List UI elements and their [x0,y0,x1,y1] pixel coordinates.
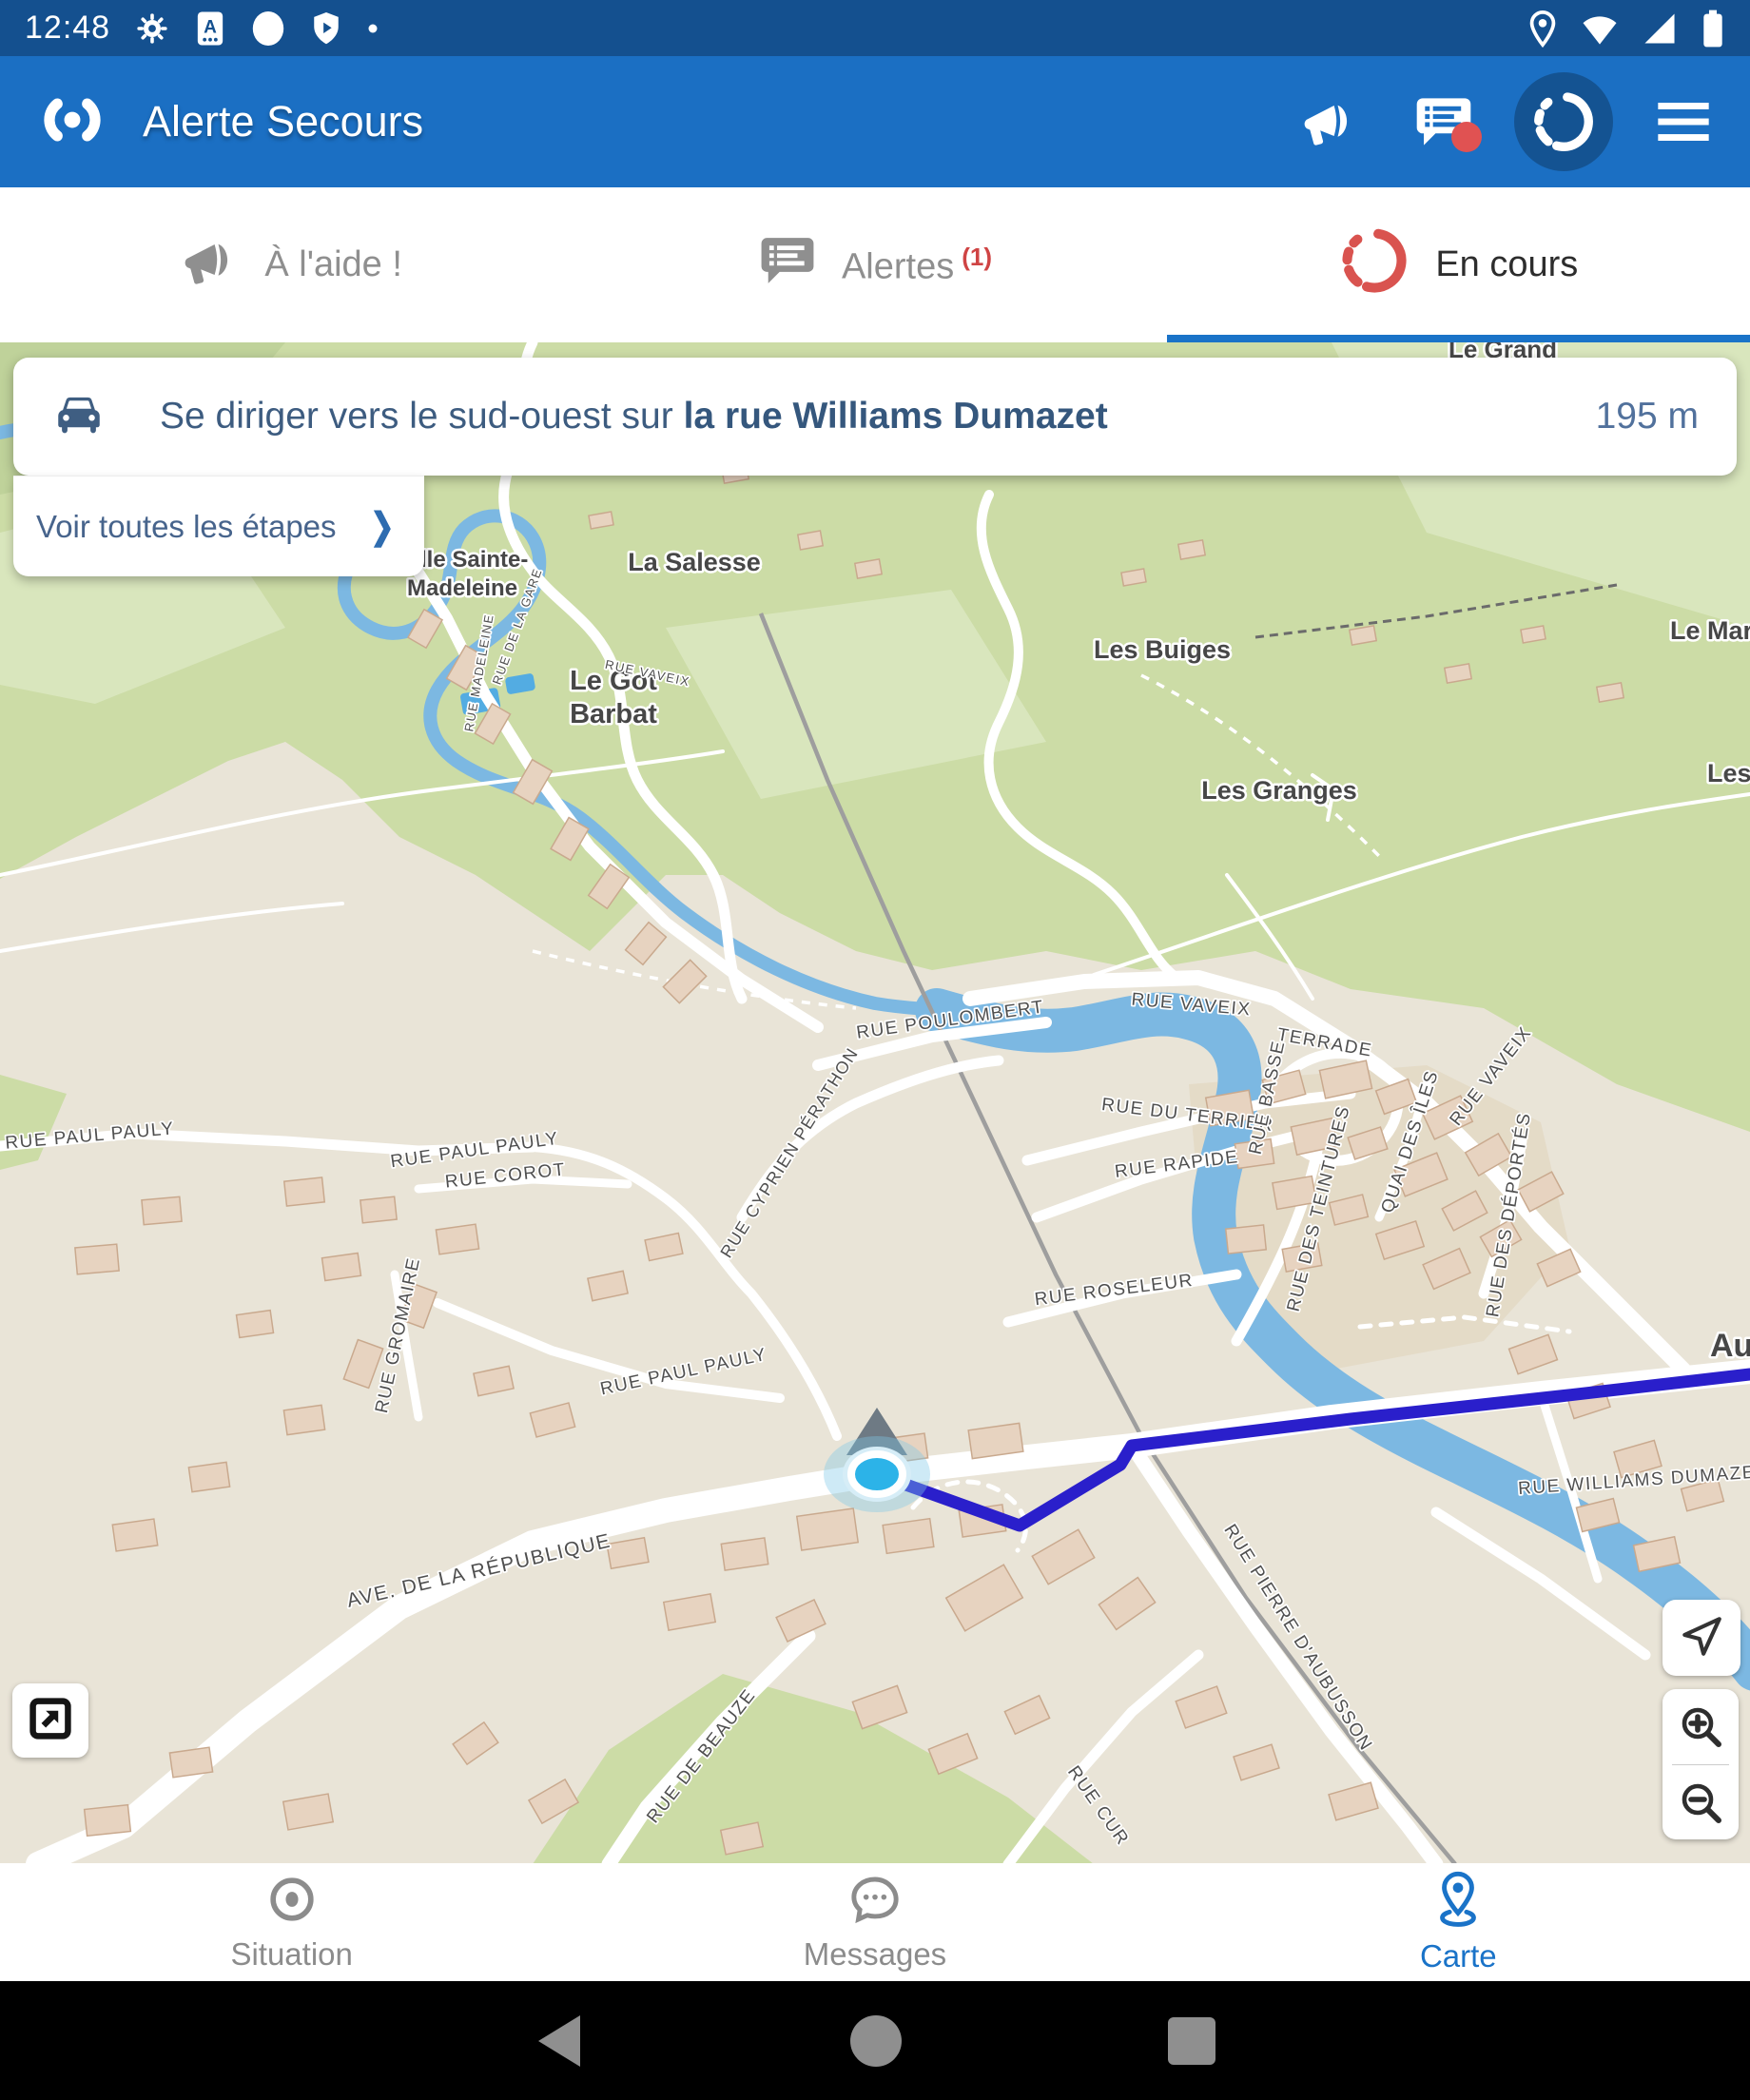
map-label: Madeleine [407,575,517,601]
status-bar: 12:48 A [0,0,1750,56]
dot-icon [367,23,379,34]
battery-icon [1701,9,1725,49]
tab-label: À l'aide ! [264,244,402,285]
clock: 12:48 [25,10,110,47]
map-label: Au [1710,1328,1750,1364]
tab-bar: À l'aide ! Alertes(1) En cours [0,187,1750,342]
nav-item-messages[interactable]: Messages [583,1863,1166,1981]
tab-a-laide[interactable]: À l'aide ! [0,187,583,342]
signal-icon [1642,10,1678,47]
zoom-out-button[interactable] [1662,1765,1739,1840]
unread-badge [1451,122,1482,152]
megaphone-icon [181,231,240,300]
tab-en-cours[interactable]: En cours [1167,187,1750,342]
chat-list-icon [758,231,817,300]
menu-button[interactable] [1640,78,1727,165]
map-label: Barbat [570,699,657,729]
building-footprint [968,1423,1023,1458]
shield-icon [310,10,342,47]
nav-item-carte[interactable]: Carte [1167,1863,1750,1981]
map-label: Les Buiges [1094,635,1231,664]
building-footprint [1350,626,1376,645]
navigation-instruction-card[interactable]: Se diriger vers le sud-ouest sur la rue … [13,358,1737,476]
building-footprint [85,1805,131,1837]
map-label: La Salesse [628,548,761,576]
app-bar: Alerte Secours [0,56,1750,187]
zoom-controls [1662,1689,1739,1839]
tab-alertes[interactable]: Alertes(1) [583,187,1166,342]
distance-value: 195 m [1596,396,1699,438]
all-steps-button[interactable]: Voir toutes les étapes ❯ [13,476,424,576]
app-bar-actions [1286,72,1727,171]
chat-button[interactable] [1400,78,1488,165]
status-left: 12:48 A [25,10,379,48]
android-navigation-bar [0,1981,1750,2100]
building-footprint [798,531,823,550]
alert-count-badge: (1) [962,243,992,271]
tab-label: Alertes(1) [842,243,992,288]
nav-item-situation[interactable]: Situation [0,1863,583,1981]
chevron-right-icon: ❯ [370,505,394,548]
tab-label: En cours [1435,244,1578,285]
sim-a-icon: A [194,10,226,47]
home-icon[interactable] [850,2015,902,2067]
building-footprint [142,1196,182,1224]
open-external-icon [26,1694,75,1748]
building-footprint [284,1177,324,1206]
app-screen: 12:48 A [0,0,1750,2100]
building-footprint [883,1519,934,1554]
navigate-icon [1678,1612,1725,1664]
building-footprint [360,1196,397,1223]
circle-icon [251,10,285,48]
app-title: Alerte Secours [143,97,423,146]
building-footprint [169,1747,212,1778]
building-footprint [322,1253,361,1280]
building-footprint [112,1519,157,1551]
nav-label: Messages [804,1936,946,1973]
bottom-navigation: Situation Messages Carte [0,1863,1750,1981]
building-footprint [237,1311,274,1338]
building-footprint [188,1462,229,1491]
recents-icon[interactable] [1168,2017,1215,2065]
all-steps-label: Voir toutes les étapes [36,509,337,545]
building-footprint [75,1244,119,1274]
building-footprint [797,1508,858,1550]
spinner-icon [1338,224,1410,306]
in-progress-button[interactable] [1514,72,1613,171]
building-footprint [283,1405,324,1434]
svg-text:A: A [204,17,217,37]
map-label: Le Marc [1670,616,1750,645]
recenter-button[interactable] [1662,1600,1740,1676]
street-name: la rue Williams Dumazet [684,396,1108,437]
building-footprint [1226,1225,1266,1254]
speech-bubble-icon [848,1873,902,1931]
building-footprint [436,1224,478,1254]
nav-label: Carte [1420,1938,1497,1974]
open-external-button[interactable] [12,1683,88,1758]
gear-icon [135,11,169,46]
status-right [1527,9,1725,49]
building-footprint [721,1538,768,1570]
building-footprint [855,559,882,578]
building-footprint [1597,683,1624,702]
building-footprint [1178,540,1205,559]
active-tab-indicator [1167,335,1750,342]
location-icon [1527,10,1558,48]
map-label: Les Granges [1201,776,1357,805]
instruction-text: Se diriger vers le sud-ouest sur la rue … [160,396,1108,438]
zoom-in-button[interactable] [1662,1689,1739,1764]
building-footprint [1445,664,1471,683]
car-icon [51,387,107,447]
map-label: Les [1707,759,1750,788]
wifi-icon [1581,10,1619,47]
target-icon [265,1873,319,1931]
back-icon[interactable] [538,2015,580,2067]
nav-label: Situation [230,1936,352,1973]
map-pin-icon [1431,1871,1485,1933]
megaphone-button[interactable] [1286,78,1373,165]
app-logo-icon [38,93,107,151]
